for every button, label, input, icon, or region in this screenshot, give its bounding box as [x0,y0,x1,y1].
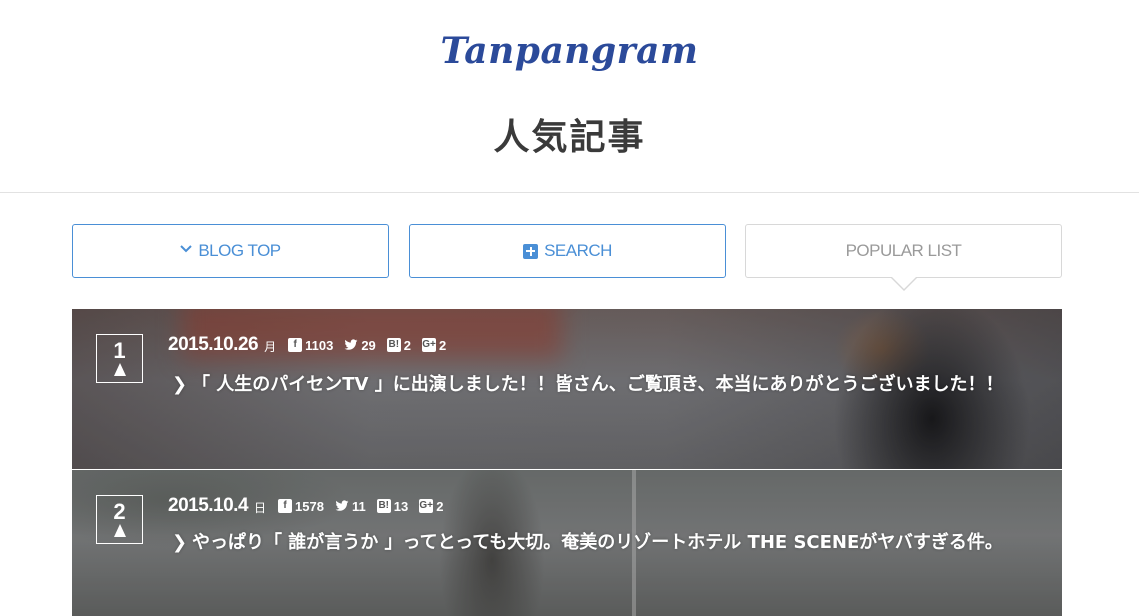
rank-number: 1 [113,338,126,363]
article-date: 2015.10.4 [168,495,249,516]
hatena-count: B! 13 [376,498,409,514]
rank-up-icon [113,363,126,376]
hatena-icon: B! [386,338,401,352]
google-plus-icon: G+ [419,499,434,513]
chevron-right-icon: ❯ [172,532,188,553]
rank-number: 2 [113,499,126,524]
gplus-count: G+ 2 [419,498,444,514]
facebook-icon: f [278,499,293,513]
page-title: 人気記事 [493,117,646,158]
twitter-count: 29 [344,338,376,353]
hatena-icon: B! [376,499,391,513]
facebook-icon: f [288,338,303,352]
search-button[interactable]: SEARCH [409,224,726,278]
search-label: SEARCH [544,241,612,260]
article-title[interactable]: ❯ 「 人生のパイセンTV 」に出演しました！！皆さん、ご覧頂き、本当にありがとう… [172,370,1052,400]
day-of-week: 月 [264,339,277,354]
plus-icon [523,243,539,259]
blog-top-button[interactable]: BLOG TOP [72,224,389,278]
facebook-count: f 1103 [288,338,333,353]
article-meta: 2015.10.4 日 f 1578 11 B! 13 G+ 2 [168,495,448,517]
twitter-icon [344,339,358,350]
hatena-count: B! 2 [386,337,412,353]
day-of-week: 日 [254,500,267,515]
twitter-count: 11 [335,499,366,514]
blog-nav: BLOG TOP SEARCH POPULAR LIST [72,224,1062,294]
popular-list-tab[interactable]: POPULAR LIST [745,224,1062,291]
article-card[interactable]: 2 2015.10.4 日 f 1578 11 B! 13 G+ 2 ❯ やっぱり… [72,470,1062,616]
blog-top-label: BLOG TOP [198,241,281,260]
gplus-count: G+ 2 [422,337,447,353]
rank-up-icon [113,524,126,537]
popular-list-label: POPULAR LIST [845,241,962,260]
rank-badge: 1 [96,334,143,383]
chevron-down-icon [180,245,193,253]
rank-badge: 2 [96,495,143,544]
article-card[interactable]: 1 2015.10.26 月 f 1103 29 B! 2 G+ 2 ❯ 「 人生… [72,309,1062,469]
article-title[interactable]: ❯ やっぱり「 誰が言うか 」ってとっても大切。奄美のリゾートホテル THE SC… [172,528,1052,558]
site-logo[interactable]: Tanpangram [0,30,1139,72]
site-header: Tanpangram 人気記事 [0,0,1139,193]
facebook-count: f 1578 [278,499,324,514]
google-plus-icon: G+ [422,338,437,352]
chevron-right-icon: ❯ [172,374,188,395]
article-date: 2015.10.26 [168,334,259,355]
article-meta: 2015.10.26 月 f 1103 29 B! 2 G+ 2 [168,334,451,356]
twitter-icon [335,500,349,511]
